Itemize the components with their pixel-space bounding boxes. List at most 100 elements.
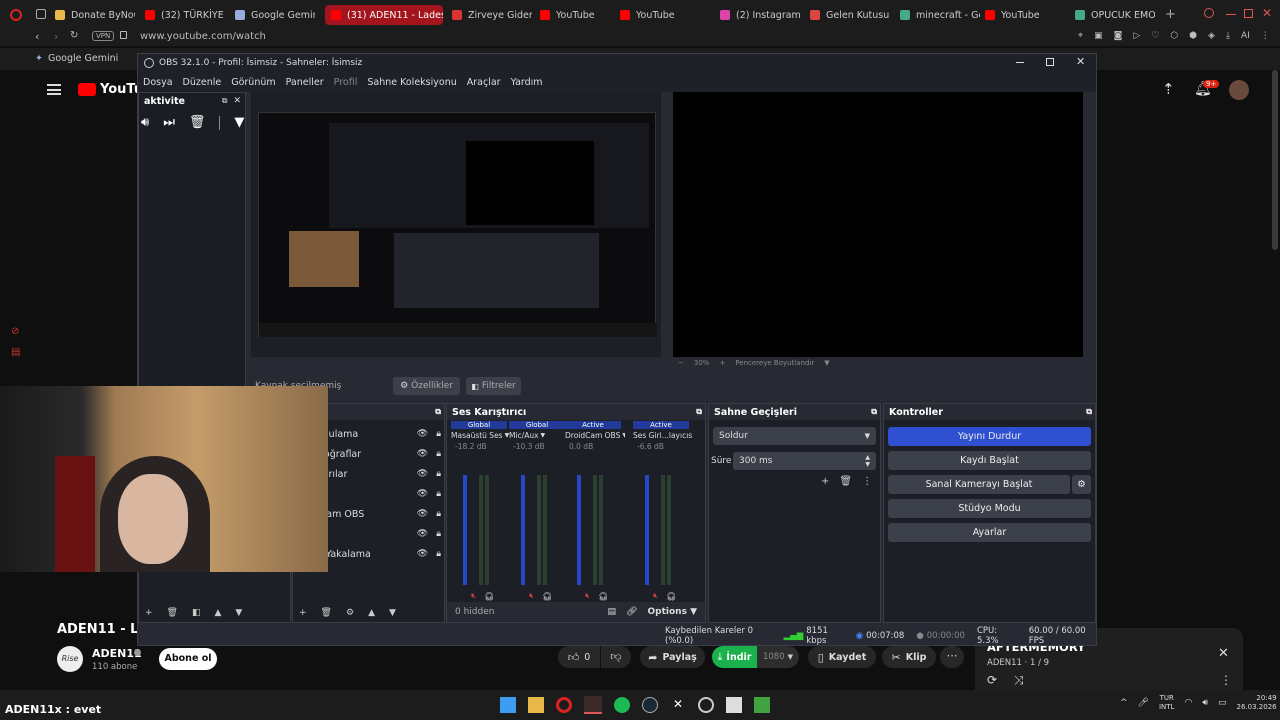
browser-tab[interactable]: Zirveye Giden Y (452, 5, 532, 25)
dislike-button[interactable]: 👎︎ (601, 646, 631, 668)
zoom-in-icon[interactable]: + (719, 359, 725, 367)
channel-name[interactable]: Mic/Aux ▼ (509, 431, 569, 440)
properties-button[interactable]: ⚙ Özellikler (393, 377, 460, 395)
source-item[interactable]: ses👁︎🔒︎ (311, 486, 441, 502)
dock-float-icon[interactable]: ⧉ (435, 407, 441, 417)
download-button[interactable]: ⤓ İndir (712, 646, 757, 668)
browser-tab[interactable]: OPUCUK EMOJ (1075, 5, 1155, 25)
volume-fader[interactable] (521, 475, 525, 585)
dock-close-icon[interactable]: ✕ (233, 96, 241, 106)
browser-tab[interactable]: YouTube (540, 5, 610, 25)
clock-date[interactable]: 26.03.2026 (1237, 703, 1277, 712)
chevron-down-icon[interactable]: ▼ (824, 359, 829, 367)
clock-time[interactable]: 20:49 (1256, 694, 1276, 703)
lock-icon[interactable]: 🔒︎ (436, 509, 441, 519)
lock-icon[interactable]: 🔒︎ (436, 469, 441, 479)
add-transition-icon[interactable]: + (821, 476, 829, 487)
mute-icon[interactable]: 🔇︎ (529, 591, 534, 601)
play-icon[interactable]: ▷ (1133, 31, 1140, 41)
box-icon[interactable]: ⬢ (1189, 31, 1197, 41)
settings-button[interactable]: Ayarlar (888, 523, 1091, 542)
camera-icon[interactable]: ◙ (1114, 31, 1123, 41)
headphone-icon[interactable]: 🎧︎ (484, 592, 494, 601)
lang-secondary[interactable]: INTL (1159, 703, 1174, 712)
menu-duzenle[interactable]: Düzenle (183, 77, 222, 88)
close-icon[interactable]: ✕ (1262, 6, 1272, 20)
trash-icon[interactable]: 🗑︎ (189, 115, 206, 130)
layout-icon[interactable]: ▤ (608, 607, 617, 617)
lock-icon[interactable]: 🔒︎ (436, 429, 441, 439)
volume-icon[interactable]: 🔊︎ (1202, 698, 1208, 708)
channel-name[interactable]: DroidCam OBS ▼ (565, 431, 625, 440)
left-nav-icon-1[interactable]: ⊘ (11, 326, 19, 337)
start-recording-button[interactable]: Kaydı Başlat (888, 451, 1091, 470)
playlist-menu-icon[interactable]: ⋮ (1220, 673, 1232, 687)
source-item[interactable]: uygulama 👁︎ 🔒︎ (311, 426, 441, 442)
fit-window-label[interactable]: Pencereye Boyutlandır (735, 359, 814, 367)
remove-transition-icon[interactable]: 🗑︎ (839, 476, 852, 487)
channel-avatar[interactable]: Rise (57, 646, 83, 672)
source-item[interactable]: fotoğraflar 👁︎ 🔒︎ (311, 446, 441, 462)
browser-tab[interactable]: YouTube (620, 5, 700, 25)
source-item[interactable]: t👁︎🔒︎ (311, 526, 441, 542)
add-scene-icon[interactable]: + (145, 608, 153, 618)
upload-icon[interactable]: ⇡ (1162, 80, 1175, 98)
lang-primary[interactable]: TUR (1160, 694, 1174, 703)
obs-maximize-icon[interactable] (1046, 58, 1054, 66)
mute-icon[interactable]: 🔇︎ (653, 591, 658, 601)
channel-name[interactable]: Masaüstü Ses ▼ (451, 431, 511, 440)
maximize-icon[interactable] (1244, 9, 1253, 18)
save-button[interactable]: ▯ Kaydet (808, 646, 876, 668)
mute-icon[interactable]: 🔇︎ (585, 591, 590, 601)
browser-tab[interactable]: minecraft - Goo (900, 5, 980, 25)
menu-yardim[interactable]: Yardım (511, 77, 543, 88)
zoom-out-icon[interactable]: − (678, 359, 684, 367)
extensions-icon[interactable]: ⬡ (1170, 31, 1178, 41)
remove-scene-icon[interactable]: 🗑︎ (167, 608, 178, 618)
browser-tab[interactable]: (31) ADEN11 - Lades - lirik (325, 5, 443, 25)
bookmark-gemini[interactable]: ✦ Google Gemini (35, 53, 118, 64)
left-nav-icon-2[interactable]: ▤ (11, 347, 20, 358)
move-up-icon[interactable]: ▲ (215, 608, 222, 618)
lock-icon[interactable]: 🔒︎ (436, 529, 441, 539)
eye-icon[interactable]: 👁︎ (417, 549, 428, 559)
headphone-icon[interactable]: 🎧︎ (542, 592, 552, 601)
headphone-icon[interactable]: 🎧︎ (666, 592, 676, 601)
reload-icon[interactable]: ↻ (70, 30, 78, 41)
minimize-icon[interactable] (1226, 14, 1236, 15)
source-item[interactable]: an Yakalama 👁︎ 🔒︎ (311, 546, 441, 562)
heart-icon[interactable]: ♡ (1151, 31, 1159, 41)
like-button[interactable]: 👍︎ 0 (558, 646, 600, 668)
screenshot-icon[interactable]: ▣ (1094, 31, 1103, 41)
ai-icon[interactable]: AI (1241, 31, 1250, 41)
source-down-icon[interactable]: ▼ (389, 608, 396, 618)
tray-expand-icon[interactable]: ^ (1120, 698, 1128, 708)
add-source-icon[interactable]: + (299, 608, 307, 618)
menu-araclar[interactable]: Araçlar (467, 77, 501, 88)
playlist-close-icon[interactable]: ✕ (1218, 646, 1229, 661)
volume-fader[interactable] (645, 475, 649, 585)
dock-float-icon[interactable]: ⧉ (1086, 407, 1092, 417)
menu-dosya[interactable]: Dosya (143, 77, 173, 88)
dock-float-icon[interactable]: ⧉ (871, 407, 877, 417)
duration-input[interactable]: 300 ms ▲ ▼ (733, 452, 876, 470)
forward-icon[interactable]: › (54, 30, 58, 43)
mic-icon[interactable]: 🎤︎ (1138, 698, 1149, 708)
stop-stream-button[interactable]: Yayını Durdur (888, 427, 1091, 446)
virtual-camera-settings-icon[interactable]: ⚙ (1072, 475, 1091, 494)
browser-tab[interactable]: Google Gemini (235, 5, 315, 25)
pin-icon[interactable]: ⌖ (1078, 31, 1083, 41)
eye-icon[interactable]: 👁︎ (417, 429, 428, 439)
file-explorer-icon[interactable] (528, 697, 544, 713)
start-virtual-camera-button[interactable]: Sanal Kamerayı Başlat (888, 475, 1070, 494)
browser-tab[interactable]: YouTube (985, 5, 1065, 25)
filters-button[interactable]: ◧ Filtreler (466, 377, 521, 395)
share-button[interactable]: ➦ Paylaş (640, 646, 705, 668)
obs-close-icon[interactable]: ✕ (1076, 55, 1085, 68)
source-gear-icon[interactable]: ⚙ (346, 608, 354, 618)
dock-float-icon[interactable]: ⧉ (696, 407, 702, 417)
skip-icon[interactable]: ⏭︎ (163, 115, 175, 130)
obs-minimize-icon[interactable] (1016, 62, 1024, 63)
shuffle-icon[interactable]: ⤨ (1014, 673, 1024, 688)
steam-icon[interactable] (642, 697, 658, 713)
